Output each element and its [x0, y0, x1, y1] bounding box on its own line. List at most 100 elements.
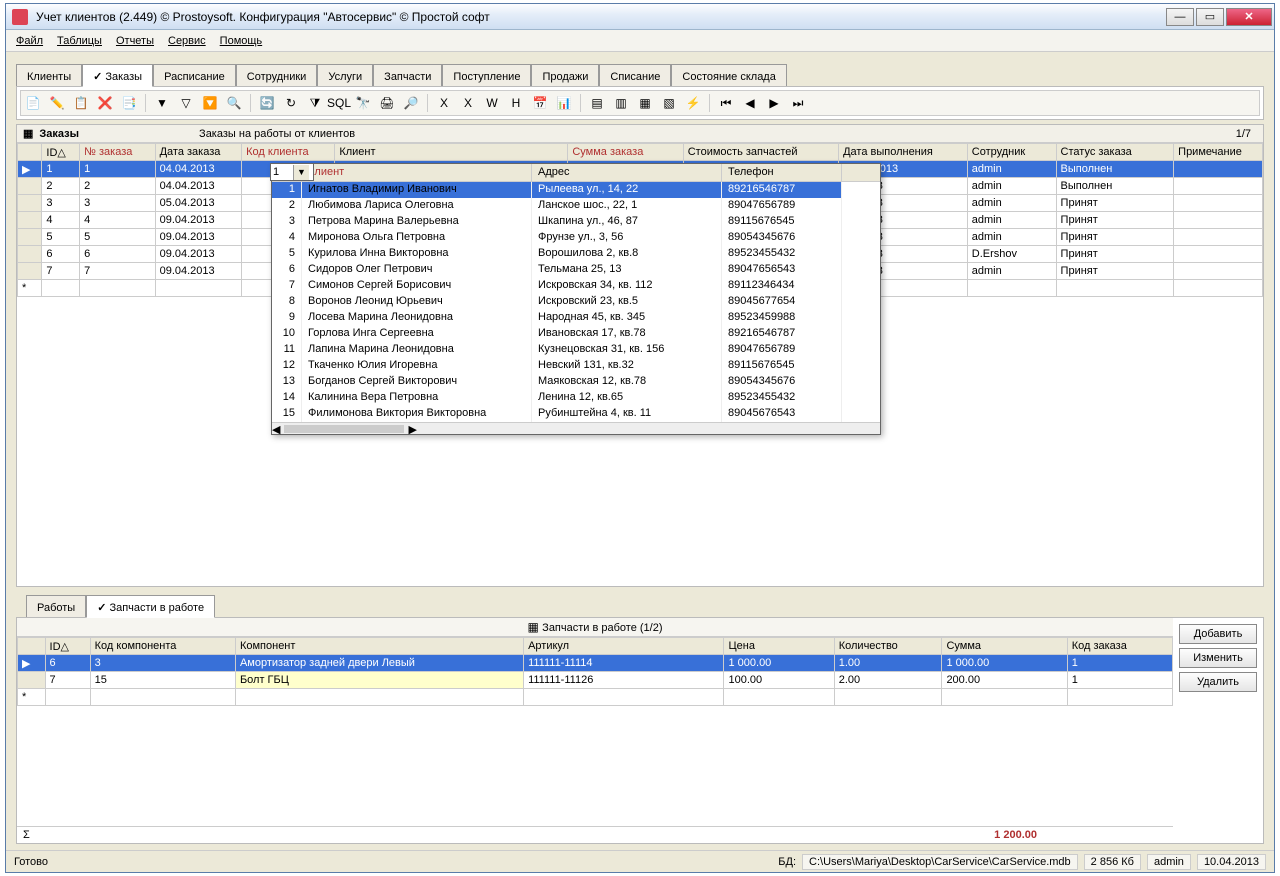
col-header[interactable]: Код компонента	[90, 638, 235, 655]
col-header[interactable]: Компонент	[235, 638, 523, 655]
col-header[interactable]: Артикул	[524, 638, 724, 655]
dropdown-row[interactable]: 6Сидоров Олег Петрович Тельмана 25, 1389…	[272, 262, 880, 278]
toolbar-last-icon[interactable]: ⏭	[788, 93, 808, 113]
col-header[interactable]: Клиент	[335, 144, 568, 161]
toolbar-chart-icon[interactable]: 📊	[554, 93, 574, 113]
dropdown-row[interactable]: 9Лосева Марина Леонидовна Народная 45, к…	[272, 310, 880, 326]
subtab-parts-in-work[interactable]: ✓Запчасти в работе	[86, 595, 215, 618]
tab-writeoff[interactable]: Списание	[599, 64, 671, 86]
toolbar-edit-icon[interactable]: ✏️	[47, 93, 67, 113]
toolbar-preview-icon[interactable]: 🔎	[401, 93, 421, 113]
tab-income[interactable]: Поступление	[442, 64, 531, 86]
col-header[interactable]: Цена	[724, 638, 834, 655]
chevron-down-icon[interactable]: ▼	[293, 165, 309, 180]
tab-employees[interactable]: Сотрудники	[236, 64, 318, 86]
minimize-button[interactable]: —	[1166, 8, 1194, 26]
toolbar-funnel-icon[interactable]: ⧩	[305, 93, 325, 113]
menu-reports[interactable]: Отчеты	[110, 33, 160, 49]
col-header[interactable]: Статус заказа	[1056, 144, 1174, 161]
toolbar-sql-icon[interactable]: SQL	[329, 93, 349, 113]
col-header[interactable]: Дата заказа	[155, 144, 242, 161]
toolbar-print-icon[interactable]: 🖨	[377, 93, 397, 113]
dropdown-row[interactable]: 14Калинина Вера Петровна Ленина 12, кв.6…	[272, 390, 880, 406]
client-dropdown[interactable]: ▼ ID△ Клиент Адрес Телефон 1Игнатов Влад…	[271, 163, 881, 435]
toolbar-filter-adv-icon[interactable]: 🔽	[200, 93, 220, 113]
col-header[interactable]: Количество	[834, 638, 942, 655]
toolbar-copy-icon[interactable]: 📋	[71, 93, 91, 113]
delete-button[interactable]: Удалить	[1179, 672, 1257, 692]
tab-schedule[interactable]: Расписание	[153, 64, 236, 86]
col-header[interactable]: Код клиента	[242, 144, 335, 161]
toolbar-prev-icon[interactable]: ◀	[740, 93, 760, 113]
table-row[interactable]: 715Болт ГБЦ111111-11126100.002.00200.001	[18, 672, 1173, 689]
toolbar-word-icon[interactable]: W	[482, 93, 502, 113]
toolbar-filter-off-icon[interactable]: ▽	[176, 93, 196, 113]
dropdown-row[interactable]: 1Игнатов Владимир Иванович Рылеева ул., …	[272, 182, 880, 198]
close-button[interactable]: ✕	[1226, 8, 1272, 26]
col-header[interactable]: № заказа	[80, 144, 155, 161]
toolbar-flash-icon[interactable]: ⚡	[683, 93, 703, 113]
dropdown-row[interactable]: 11Лапина Марина Леонидовна Кузнецовская …	[272, 342, 880, 358]
client-code-input[interactable]: ▼	[270, 163, 314, 181]
dropdown-row[interactable]: 13Богданов Сергей Викторович Маяковская …	[272, 374, 880, 390]
tab-orders[interactable]: ✓Заказы	[82, 64, 153, 87]
add-button[interactable]: Добавить	[1179, 624, 1257, 644]
dropdown-row[interactable]: 8Воронов Леонид Юрьевич Искровский 23, к…	[272, 294, 880, 310]
toolbar-refresh-icon[interactable]: 🔄	[257, 93, 277, 113]
menu-service[interactable]: Сервис	[162, 33, 212, 49]
col-header[interactable]: Сотрудник	[967, 144, 1056, 161]
maximize-button[interactable]: ▭	[1196, 8, 1224, 26]
tab-sales[interactable]: Продажи	[531, 64, 599, 86]
col-header[interactable]: Сумма	[942, 638, 1067, 655]
dropdown-scrollbar[interactable]: ◀▶	[272, 422, 880, 434]
toolbar-delete-icon[interactable]: ❌	[95, 93, 115, 113]
toolbar-layout1-icon[interactable]: ▤	[587, 93, 607, 113]
col-header[interactable]: Стоимость запчастей	[683, 144, 838, 161]
table-row[interactable]: ▶63Амортизатор задней двери Левый111111-…	[18, 655, 1173, 672]
toolbar-layout3-icon[interactable]: ▦	[635, 93, 655, 113]
sum-row: Σ 1 200.00	[17, 826, 1173, 843]
tab-stock[interactable]: Состояние склада	[671, 64, 786, 86]
toolbar-new-icon[interactable]: 📄	[23, 93, 43, 113]
col-header[interactable]: ID△	[42, 144, 80, 161]
col-header[interactable]: Код заказа	[1067, 638, 1172, 655]
edit-button[interactable]: Изменить	[1179, 648, 1257, 668]
dropdown-row[interactable]: 15Филимонова Виктория Викторовна Рубиншт…	[272, 406, 880, 422]
parts-grid[interactable]: ID△Код компонентаКомпонентАртикулЦенаКол…	[17, 637, 1173, 706]
col-header[interactable]: Дата выполнения	[839, 144, 968, 161]
client-code-field[interactable]	[271, 166, 293, 178]
toolbar-first-icon[interactable]: ⏮	[716, 93, 736, 113]
dropdown-row[interactable]: 10Горлова Инга Сергеевна Ивановская 17, …	[272, 326, 880, 342]
toolbar-calendar-icon[interactable]: 📅	[530, 93, 550, 113]
dropdown-body[interactable]: 1Игнатов Владимир Иванович Рылеева ул., …	[272, 182, 880, 422]
menu-help[interactable]: Помощь	[214, 33, 269, 49]
dropdown-row[interactable]: 7Симонов Сергей Борисович Искровская 34,…	[272, 278, 880, 294]
subtab-works[interactable]: Работы	[26, 595, 86, 617]
tab-services[interactable]: Услуги	[317, 64, 373, 86]
new-row[interactable]: *	[18, 689, 1173, 706]
col-header[interactable]: Сумма заказа	[568, 144, 683, 161]
toolbar-html-icon[interactable]: H	[506, 93, 526, 113]
menu-file[interactable]: Файл	[10, 33, 49, 49]
tab-parts[interactable]: Запчасти	[373, 64, 442, 86]
col-header[interactable]: Примечание	[1174, 144, 1263, 161]
dropdown-row[interactable]: 3Петрова Марина Валерьевна Шкапина ул., …	[272, 214, 880, 230]
toolbar-binoculars-icon[interactable]: 🔭	[353, 93, 373, 113]
toolbar-container: 📄✏️📋❌📑▼▽🔽🔍🔄↻⧩SQL🔭🖨🔎XXWH📅📊▤▥▦▧⚡⏮◀▶⏭	[16, 86, 1264, 120]
toolbar-excel-icon[interactable]: X	[434, 93, 454, 113]
toolbar-next-icon[interactable]: ▶	[764, 93, 784, 113]
toolbar-layout2-icon[interactable]: ▥	[611, 93, 631, 113]
tab-clients[interactable]: Клиенты	[16, 64, 82, 86]
dropdown-row[interactable]: 4Миронова Ольга Петровна Фрунзе ул., 3, …	[272, 230, 880, 246]
dropdown-row[interactable]: 12Ткаченко Юлия Игоревна Невский 131, кв…	[272, 358, 880, 374]
dropdown-row[interactable]: 2Любимова Лариса Олеговна Ланское шос., …	[272, 198, 880, 214]
toolbar-filter-icon[interactable]: ▼	[152, 93, 172, 113]
col-header[interactable]: ID△	[45, 638, 90, 655]
toolbar-find-icon[interactable]: 🔍	[224, 93, 244, 113]
toolbar-export-icon[interactable]: 📑	[119, 93, 139, 113]
toolbar-refresh2-icon[interactable]: ↻	[281, 93, 301, 113]
menu-tables[interactable]: Таблицы	[51, 33, 108, 49]
toolbar-layout4-icon[interactable]: ▧	[659, 93, 679, 113]
dropdown-row[interactable]: 5Курилова Инна Викторовна Ворошилова 2, …	[272, 246, 880, 262]
toolbar-excel2-icon[interactable]: X	[458, 93, 478, 113]
